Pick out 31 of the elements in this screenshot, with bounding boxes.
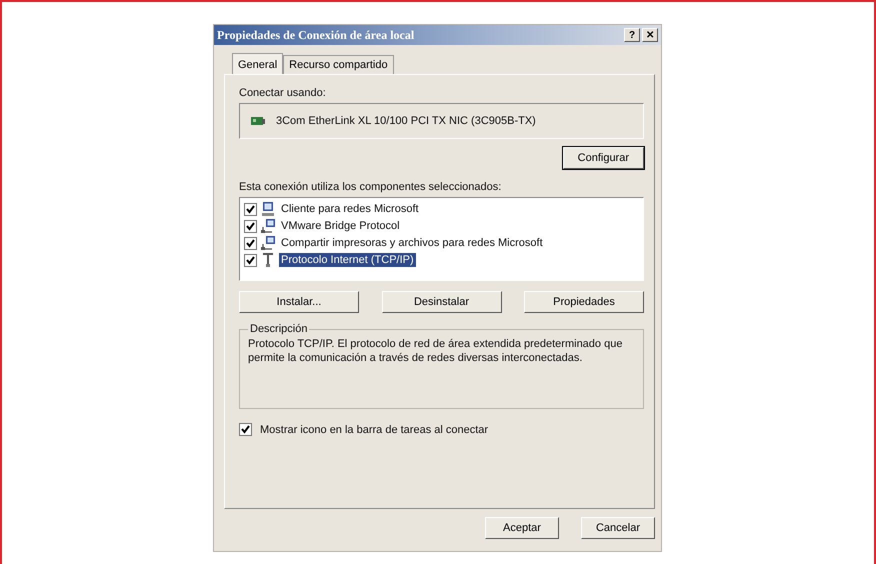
close-button[interactable]: ✕ [642,28,658,42]
tab[interactable]: General [232,53,284,74]
window-title: Propiedades de Conexión de área local [217,28,416,42]
tab[interactable]: Recurso compartido [283,55,394,74]
network-plug-icon [260,252,276,268]
list-item[interactable]: Compartir impresoras y archivos para redes Microsoft [279,236,545,250]
network-computer-icon [260,218,276,234]
list-item[interactable]: VMware Bridge Protocol [279,219,402,233]
checkbox[interactable] [244,202,257,216]
list-item[interactable]: Cliente para redes Microsoft [279,202,421,216]
help-button[interactable]: ? [624,28,640,42]
list-item[interactable]: Protocolo Internet (TCP/IP) [279,253,416,267]
description-text: Protocolo TCP/IP. El protocolo de red de área extendida predeterminado que permite la comunicación a través de redes diversas interconectadas. [248,337,624,365]
checkbox[interactable] [244,254,257,266]
dialog-button[interactable]: Cancelar [580,517,655,539]
action-button[interactable]: Instalar... [239,291,359,313]
action-button[interactable]: Propiedades [524,291,644,313]
checkbox[interactable] [244,220,257,232]
section-label: Esta conexión utiliza los componentes seleccionados: [239,181,502,193]
adapter-name: 3Com EtherLink XL 10/100 PCI TX NIC (3C905B-TX) [276,115,536,127]
action-button[interactable]: Desinstalar [382,291,502,313]
network-card-icon [250,114,266,128]
group-title: Descripción [249,323,308,335]
checkbox[interactable] [239,423,252,436]
network-computer-icon [260,235,276,251]
computer-icon [260,201,276,217]
section-label: Conectar usando: [239,87,327,99]
dialog-button[interactable]: Aceptar [484,517,559,539]
checkbox-label: Mostrar icono en la barra de tareas al conectar [260,424,488,436]
checkbox[interactable] [244,236,257,250]
configure-button[interactable]: Configurar [562,147,644,169]
